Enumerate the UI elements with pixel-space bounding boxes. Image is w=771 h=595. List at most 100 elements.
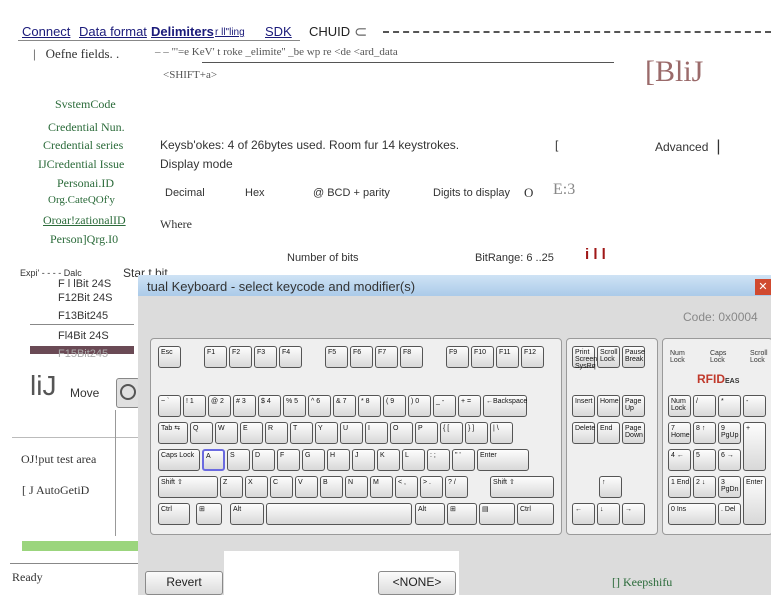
key-keys-bottom-0[interactable]: Ctrl: [158, 503, 190, 525]
key-keys-pad-0[interactable]: Num Lock: [668, 395, 691, 417]
key-keys-fn-10[interactable]: F10: [471, 346, 494, 368]
key-keys-top-12[interactable]: } ]: [465, 422, 488, 444]
key-keys-shiftrow-11[interactable]: Shift ⇧: [490, 476, 554, 498]
key-keys-special-1[interactable]: Scroll Lock: [597, 346, 620, 368]
keystroke-sequence[interactable]: – – "'=e KeV' t roke _elimite'' _be wp r…: [155, 46, 398, 58]
key-keys-fn-11[interactable]: F11: [496, 346, 519, 368]
field-credential-series[interactable]: Credential series: [43, 138, 123, 153]
key-keys-home-10[interactable]: : ;: [427, 449, 450, 471]
move-button[interactable]: [116, 378, 140, 408]
menu-rolling[interactable]: r ll"ling: [215, 27, 245, 38]
key-keys-top-8[interactable]: I: [365, 422, 388, 444]
field-credential-num[interactable]: Credential Nun.: [48, 120, 125, 135]
key-keys-num-8[interactable]: * 8: [358, 395, 381, 417]
key-keys-pad-13[interactable]: 3 PgDn: [718, 476, 741, 498]
bits-item-f12[interactable]: F12Bit 24S: [58, 292, 112, 304]
key-keys-shiftrow-6[interactable]: N: [345, 476, 368, 498]
key-keys-special-0[interactable]: Print Screen SysRq: [572, 346, 597, 370]
key-keys-shiftrow-9[interactable]: > .: [420, 476, 443, 498]
key-keys-num-13[interactable]: ←Backspace: [483, 395, 527, 417]
key-keys-num-10[interactable]: ) 0: [408, 395, 431, 417]
key-keys-special-2[interactable]: Pause Break: [622, 346, 645, 368]
key-keys-shiftrow-5[interactable]: B: [320, 476, 343, 498]
key-keys-shiftrow-2[interactable]: X: [245, 476, 268, 498]
key-keys-pad-12[interactable]: 2 ↓: [693, 476, 716, 498]
key-keys-pad-2[interactable]: *: [718, 395, 741, 417]
digits-spinner[interactable]: E:3: [553, 181, 575, 199]
key-keys-home-6[interactable]: H: [327, 449, 350, 471]
key-keys-fn-3[interactable]: F3: [254, 346, 277, 368]
key-keys-shiftrow-1[interactable]: Z: [220, 476, 243, 498]
chuid-toggle-icon[interactable]: ⊂: [354, 22, 367, 42]
key-keys-home-8[interactable]: K: [377, 449, 400, 471]
key-keys-fn-4[interactable]: F4: [279, 346, 302, 368]
key-keys-pad-10[interactable]: 6 →: [718, 449, 741, 471]
key-keys-pad-6[interactable]: 9 PgUp: [718, 422, 741, 444]
key-keys-shiftrow-4[interactable]: V: [295, 476, 318, 498]
key-keys-top-9[interactable]: O: [390, 422, 413, 444]
key-keys-fn-12[interactable]: F12: [521, 346, 544, 368]
mode-bcd-parity[interactable]: @ BCD + parity: [313, 187, 390, 199]
keep-shift-checkbox[interactable]: [] Keepshifu: [612, 575, 672, 590]
key-keys-pad-11[interactable]: 1 End: [668, 476, 691, 498]
key-keys-arrows-3[interactable]: →: [622, 503, 645, 525]
key-keys-top-2[interactable]: W: [215, 422, 238, 444]
key-keys-home-9[interactable]: L: [402, 449, 425, 471]
key-keys-fn-9[interactable]: F9: [446, 346, 469, 368]
key-keys-num-0[interactable]: ~ `: [158, 395, 181, 417]
field-org-category[interactable]: Org.CateQOf'y: [48, 194, 115, 206]
key-keys-pad-16[interactable]: . Del: [718, 503, 741, 525]
key-keys-fn-1[interactable]: F1: [204, 346, 227, 368]
key-keys-bottom-3[interactable]: [266, 503, 412, 525]
key-keys-top-6[interactable]: Y: [315, 422, 338, 444]
key-keys-bottom-5[interactable]: ⊞: [447, 503, 477, 525]
key-keys-home-4[interactable]: F: [277, 449, 300, 471]
key-keys-nav-4[interactable]: End: [597, 422, 620, 444]
menu-sdk[interactable]: SDK: [265, 24, 292, 39]
key-keys-fn-2[interactable]: F2: [229, 346, 252, 368]
mode-decimal[interactable]: Decimal: [165, 187, 205, 199]
key-keys-pad-8[interactable]: 4 ←: [668, 449, 691, 471]
key-keys-num-11[interactable]: _ -: [433, 395, 456, 417]
key-keys-home-1[interactable]: A: [202, 449, 225, 471]
key-keys-nav-1[interactable]: Home: [597, 395, 620, 417]
key-keys-num-12[interactable]: + =: [458, 395, 481, 417]
menu-chuid[interactable]: CHUID: [309, 24, 350, 39]
key-keys-home-3[interactable]: D: [252, 449, 275, 471]
key-keys-pad-1[interactable]: /: [693, 395, 716, 417]
key-keys-fn-8[interactable]: F8: [400, 346, 423, 368]
key-keys-arrows-0[interactable]: ↑: [599, 476, 622, 498]
field-system-code[interactable]: SvstemCode: [55, 97, 116, 112]
key-keys-bottom-2[interactable]: Alt: [230, 503, 264, 525]
field-person-org[interactable]: Person]Qrg.I0: [50, 232, 118, 247]
auto-get-id-checkbox[interactable]: [ J AutoGetiD: [22, 483, 89, 498]
key-keys-arrows-2[interactable]: ↓: [597, 503, 620, 525]
key-keys-top-10[interactable]: P: [415, 422, 438, 444]
bits-item-f11[interactable]: F l lBit 24S: [58, 278, 111, 290]
key-keys-bottom-6[interactable]: ▤: [479, 503, 515, 525]
key-keys-pad-7[interactable]: +: [743, 422, 766, 471]
key-keys-num-3[interactable]: # 3: [233, 395, 256, 417]
key-keys-num-9[interactable]: ( 9: [383, 395, 406, 417]
menu-delimiters[interactable]: Delimiters: [151, 24, 214, 39]
key-keys-nav-5[interactable]: Page Down: [622, 422, 645, 444]
key-keys-num-4[interactable]: $ 4: [258, 395, 281, 417]
key-keys-pad-4[interactable]: 7 Home: [668, 422, 691, 444]
bits-item-f15[interactable]: F15Bit245: [58, 348, 108, 360]
digits-value[interactable]: O: [524, 185, 533, 201]
key-keys-fn-7[interactable]: F7: [375, 346, 398, 368]
key-keys-home-2[interactable]: S: [227, 449, 250, 471]
key-keys-bottom-1[interactable]: ⊞: [196, 503, 222, 525]
key-keys-top-13[interactable]: | \: [490, 422, 513, 444]
key-keys-shiftrow-0[interactable]: Shift ⇧: [158, 476, 218, 498]
key-keys-nav-3[interactable]: Delete: [572, 422, 595, 444]
menu-data-format[interactable]: Data format: [79, 24, 147, 39]
bits-item-f14[interactable]: Fl4Bit 24S: [58, 330, 109, 342]
key-keys-num-5[interactable]: % 5: [283, 395, 306, 417]
key-keys-home-12[interactable]: Enter: [477, 449, 529, 471]
field-credential-issue[interactable]: IJCredential Issue: [38, 157, 124, 172]
close-button[interactable]: ✕: [755, 279, 771, 295]
advanced-button[interactable]: Advanced |: [655, 138, 721, 156]
key-keys-home-11[interactable]: " ': [452, 449, 475, 471]
key-keys-top-3[interactable]: E: [240, 422, 263, 444]
